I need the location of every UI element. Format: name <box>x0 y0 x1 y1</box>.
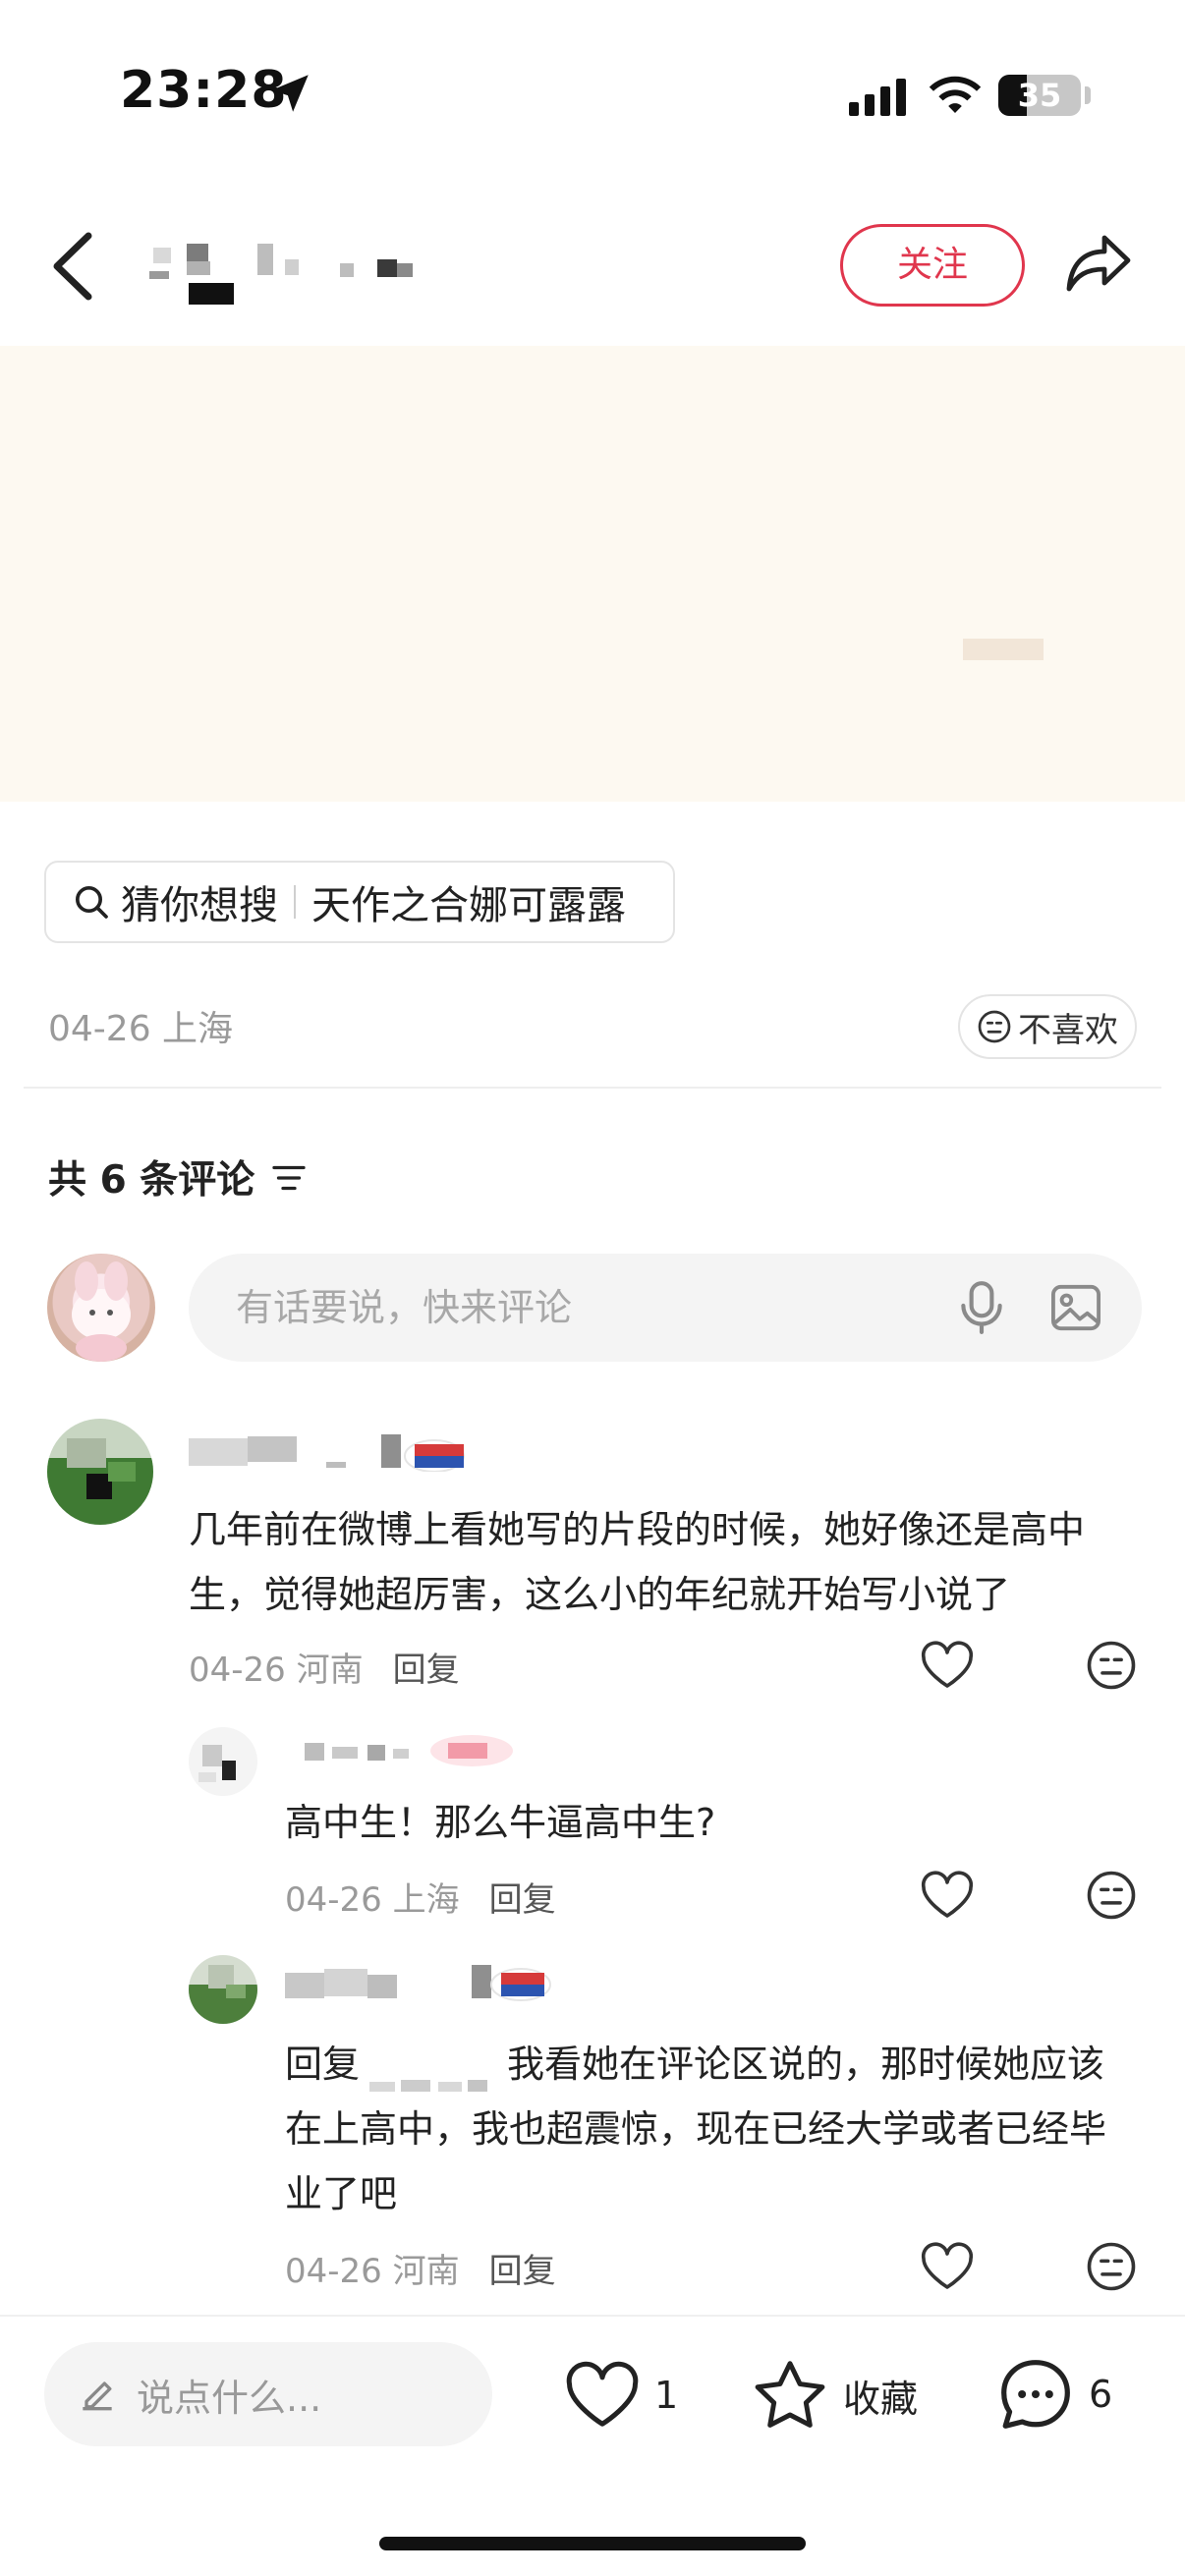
comment-meta: 04-26 河南 回复 <box>189 1643 460 1691</box>
like-heart-icon[interactable] <box>920 1871 975 1920</box>
commenter-username-pixelated[interactable] <box>189 1434 474 1473</box>
search-chip-query: 天作之合娜可露露 <box>311 883 626 928</box>
cellular-signal-icon <box>849 77 906 116</box>
bottom-input-placeholder: 说点什么... <box>137 2376 322 2420</box>
current-user-avatar <box>47 1254 155 1362</box>
microphone-icon[interactable] <box>957 1279 1006 1336</box>
reply-commenter-avatar[interactable] <box>189 1955 257 2024</box>
post-date-location: 04-26 上海 <box>48 1009 234 1049</box>
battery-nub <box>1085 86 1091 104</box>
chip-separator <box>294 885 296 919</box>
suggested-search-chip[interactable]: 猜你想搜 天作之合娜可露露 <box>44 861 675 943</box>
back-chevron-icon[interactable] <box>47 232 96 301</box>
like-heart-icon[interactable] <box>920 1641 975 1690</box>
collect-action[interactable]: 收藏 <box>751 2354 918 2436</box>
share-arrow-icon[interactable] <box>1063 228 1134 299</box>
reply-date-location: 04-26 上海 <box>285 1880 460 1920</box>
meh-face-icon <box>978 1010 1011 1043</box>
meh-face-icon[interactable] <box>1085 2240 1138 2293</box>
bottom-comment-input[interactable]: 说点什么... <box>44 2342 492 2446</box>
commenter-avatar[interactable] <box>47 1419 153 1525</box>
meh-face-icon[interactable] <box>1085 1869 1138 1922</box>
media-placeholder-mark <box>963 639 1044 660</box>
wifi-icon <box>929 76 982 113</box>
reply-meta: 04-26 上海 回复 <box>285 1873 556 1921</box>
meh-face-icon[interactable] <box>1085 1639 1138 1692</box>
reply-button[interactable]: 回复 <box>489 1880 556 1920</box>
search-icon <box>76 886 108 919</box>
like-count: 1 <box>654 2374 679 2417</box>
pencil-icon <box>83 2381 112 2411</box>
author-name-pixelated[interactable] <box>257 244 424 287</box>
reply-button[interactable]: 回复 <box>489 2252 556 2291</box>
author-avatar[interactable] <box>147 208 238 307</box>
status-time: 23:28 <box>120 61 288 120</box>
reply-username-pixelated[interactable] <box>285 1731 521 1768</box>
comment-date-location: 04-26 河南 <box>189 1651 364 1690</box>
like-action[interactable]: 1 <box>564 2356 678 2435</box>
location-arrow-icon <box>271 75 309 112</box>
follow-button[interactable]: 关注 <box>840 224 1025 307</box>
comment-count-heading: 共 6 条评论 <box>48 1158 255 1203</box>
reply-date-location: 04-26 河南 <box>285 2252 460 2291</box>
sort-filter-icon[interactable] <box>271 1161 307 1195</box>
comment-bubble-icon <box>1001 2360 1070 2429</box>
reply-username-pixelated[interactable] <box>285 1965 570 2002</box>
reply-prefix: 回复 <box>285 2043 361 2086</box>
post-media[interactable] <box>0 346 1185 802</box>
comment-action[interactable]: 6 <box>996 2352 1112 2436</box>
reply-button[interactable]: 回复 <box>393 1651 460 1690</box>
comment-text: 几年前在微博上看她写的片段的时候，她好像还是高中生，觉得她超厉害，这么小的年纪就… <box>189 1508 1086 1616</box>
star-icon <box>755 2361 825 2428</box>
reply-meta: 04-26 河南 回复 <box>285 2244 556 2292</box>
collect-label: 收藏 <box>843 2377 919 2421</box>
heart-icon <box>566 2361 639 2427</box>
image-icon[interactable] <box>1049 1283 1102 1332</box>
home-indicator[interactable] <box>379 2537 806 2550</box>
dislike-label: 不喜欢 <box>1018 1010 1118 1050</box>
search-chip-prefix: 猜你想搜 <box>121 883 278 928</box>
mention-pixelated[interactable] <box>360 2052 507 2092</box>
battery-indicator: 35 <box>998 75 1081 116</box>
reply-commenter-avatar[interactable] <box>189 1727 257 1796</box>
reply-text: 高中生！那么牛逼高中生? <box>285 1801 716 1844</box>
comment-count: 6 <box>1089 2373 1113 2416</box>
reply-text: 回复 我看她在评论区说的，那时候她应该在上高中，我也超震惊，现在已经大学或者已经毕… <box>285 2032 1140 2226</box>
section-divider <box>24 1087 1161 1089</box>
bottom-bar-divider <box>0 2315 1185 2317</box>
dislike-button[interactable]: 不喜欢 <box>958 994 1137 1059</box>
like-heart-icon[interactable] <box>920 2242 975 2291</box>
